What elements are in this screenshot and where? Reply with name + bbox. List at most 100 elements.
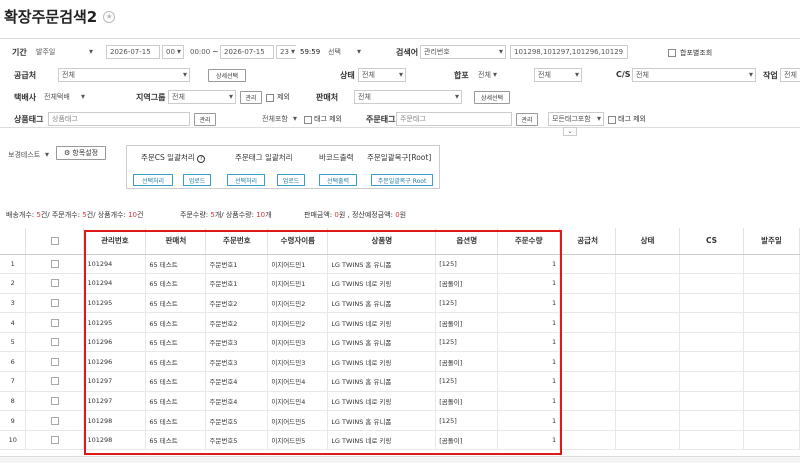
date-from-input[interactable]: 2026-07-15 <box>106 45 160 59</box>
cell-recipient: 이지어드민1 <box>267 273 329 294</box>
select-all-header[interactable] <box>25 228 85 255</box>
tag-select-process-button[interactable]: 선택처리 <box>227 174 265 186</box>
seller-header: 판매처 <box>145 228 207 255</box>
cell-order-date <box>743 293 800 314</box>
supplier-detail-button[interactable]: 상세선택 <box>208 69 246 82</box>
cell-recipient: 이지어드민5 <box>267 410 329 431</box>
cell-status <box>615 312 681 333</box>
order-tag-manage-button[interactable]: 관리 <box>516 113 538 126</box>
row-checkbox[interactable] <box>50 338 59 347</box>
supplier-select[interactable]: 전체 <box>58 68 190 82</box>
cell-seller: 65 테스트 <box>145 293 207 314</box>
filter-panel: 기간 발주일 2026-07-15 00 00:00 ~ 2026-07-15 … <box>0 38 800 128</box>
table-row[interactable]: 9 101298 65 테스트 주문번호5 이지어드민5 LG TWINS 홈 유니폼 [1… <box>0 410 800 431</box>
cell-order-no: 주문번호5 <box>205 430 269 451</box>
cell-order-no: 주문번호3 <box>205 351 269 373</box>
search-field-select[interactable]: 관리번호 <box>420 45 506 59</box>
cell-cs <box>679 410 744 431</box>
region-select[interactable]: 전체 <box>168 90 236 104</box>
row-checkbox[interactable] <box>50 396 59 405</box>
row-checkbox[interactable] <box>50 318 59 327</box>
row-checkbox[interactable] <box>50 377 59 386</box>
cell-order-date <box>743 391 800 412</box>
product-tag-exclude-label: 태그 제외 <box>314 115 342 123</box>
cs-upload-button[interactable]: 업로드 <box>183 174 211 186</box>
search-value-input[interactable]: 101298,101297,101296,10129 <box>510 45 628 59</box>
cell-status <box>615 430 681 451</box>
period-type-select[interactable]: 발주일 <box>32 45 96 59</box>
cell-order-date <box>743 312 800 333</box>
table-row[interactable]: 7 101297 65 테스트 주문번호4 이지어드민4 LG TWINS 홈 유니폼 [1… <box>0 371 800 392</box>
time-to-input[interactable]: 59:59 <box>296 45 322 59</box>
region-manage-button[interactable]: 관리 <box>240 91 262 104</box>
order-tag-include-select[interactable]: 모든태그포함 <box>548 112 604 126</box>
cell-order-no: 주문번호2 <box>205 293 269 314</box>
period-preset-select[interactable]: 선택 <box>324 45 364 59</box>
status-select[interactable]: 전체 <box>358 68 406 82</box>
merge-pack-select[interactable]: 전체 <box>474 68 500 82</box>
cell-seller: 65 테스트 <box>145 430 207 451</box>
row-checkbox[interactable] <box>50 416 59 425</box>
select-all-checkbox[interactable] <box>50 237 59 246</box>
table-row[interactable]: 10 101298 65 테스트 주문번호5 이지어드민5 LG TWINS 네로 키링[… <box>0 430 800 451</box>
cell-seller: 65 테스트 <box>145 391 207 412</box>
courier-select[interactable]: 전체택배 <box>40 90 88 104</box>
hour-to-select[interactable]: 23 <box>276 45 298 59</box>
restore-root-button[interactable]: 주문일괄복구 Root <box>371 174 433 186</box>
table-row[interactable]: 3 101295 65 테스트 주문번호2 이지어드민2 LG TWINS 홈 유니폼 [1… <box>0 293 800 314</box>
order-tag-label: 주문태그 <box>366 115 396 124</box>
row-checkbox[interactable] <box>50 436 59 445</box>
cell-cs <box>679 371 744 392</box>
date-to-input[interactable]: 2026-07-15 <box>220 45 274 59</box>
horizontal-scrollbar[interactable] <box>0 456 800 463</box>
table-row[interactable]: 6 101296 65 테스트 주문번호3 이지어드민3 LG TWINS 네로 키링 [곰… <box>0 351 800 373</box>
view-preset-select[interactable]: 보경테스트 <box>4 148 52 162</box>
seller-select[interactable]: 전체 <box>354 90 462 104</box>
cell-supplier <box>559 312 617 333</box>
cs-select-process-button[interactable]: 선택처리 <box>133 174 173 186</box>
cell-seller: 65 테스트 <box>145 410 207 431</box>
seller-detail-button[interactable]: 상세선택 <box>474 91 510 104</box>
time-from-input[interactable]: 00:00 <box>186 45 212 59</box>
cell-product-name: LG TWINS 홈 유니폼 <box>327 371 437 392</box>
cell-option: [125] <box>435 371 499 392</box>
product-tag-input[interactable]: 상품태그 <box>48 112 190 126</box>
status-label: 상태 <box>340 71 355 80</box>
cs-bulk-title-text: 주문CS 일괄처리 <box>141 153 195 162</box>
column-settings-button[interactable]: ⚙ 항목설정 <box>56 146 106 160</box>
table-row[interactable]: 4 101295 65 테스트 주문번호2 이지어드민2 LG TWINS 네로 키링 [곰… <box>0 312 800 333</box>
star-icon[interactable]: ★ <box>103 10 116 23</box>
cs-header: CS <box>679 228 744 255</box>
order-tag-exclude-checkbox[interactable] <box>608 116 616 124</box>
row-number: 8 <box>0 391 27 412</box>
product-tag-include-select[interactable]: 전체포함 <box>258 112 300 126</box>
row-checkbox-cell <box>25 430 85 451</box>
hour-from-select[interactable]: 00 <box>162 45 184 59</box>
cs-select[interactable]: 전체 <box>632 68 756 82</box>
region-exclude-checkbox[interactable] <box>266 94 274 102</box>
row-checkbox[interactable] <box>50 279 59 288</box>
table-row[interactable]: 5 101296 65 테스트 주문번호3 이지어드민3 LG TWINS 홈 유니폼 [1… <box>0 332 800 353</box>
merge-view-checkbox[interactable] <box>668 49 676 57</box>
filter-expand-chevron-icon[interactable]: ⌄ <box>563 127 577 136</box>
work-select[interactable]: 전체 <box>780 68 800 82</box>
option-header: 옵션명 <box>435 228 499 255</box>
row-checkbox[interactable] <box>50 259 59 268</box>
cell-supplier <box>559 371 617 392</box>
product-tag-manage-button[interactable]: 관리 <box>194 113 216 126</box>
cell-supplier <box>559 410 617 431</box>
help-icon[interactable]: ? <box>197 155 206 163</box>
barcode-print-button[interactable]: 선택출력 <box>319 174 357 186</box>
tag-upload-button[interactable]: 업로드 <box>277 174 305 186</box>
cell-cs <box>679 351 744 373</box>
row-checkbox[interactable] <box>50 357 59 366</box>
order-tag-input[interactable]: 주문태그 <box>396 112 512 126</box>
table-row[interactable]: 2 101294 65 테스트 주문번호1 이지어드민1 LG TWINS 네로 키링 [곰… <box>0 273 800 294</box>
row-checkbox[interactable] <box>50 298 59 307</box>
table-row[interactable]: 8 101297 65 테스트 주문번호4 이지어드민4 LG TWINS 네로 키링 [곰… <box>0 391 800 412</box>
merge-pack-select-2[interactable]: 전체 <box>534 68 582 82</box>
table-row[interactable]: 1 101294 65 테스트 주문번호1 이지어드민1 LG TWINS 홈 유니폼 [1… <box>0 254 800 275</box>
cell-order-qty: 1 <box>497 410 561 431</box>
product-tag-exclude-checkbox[interactable] <box>304 116 312 124</box>
cell-cs <box>679 430 744 451</box>
